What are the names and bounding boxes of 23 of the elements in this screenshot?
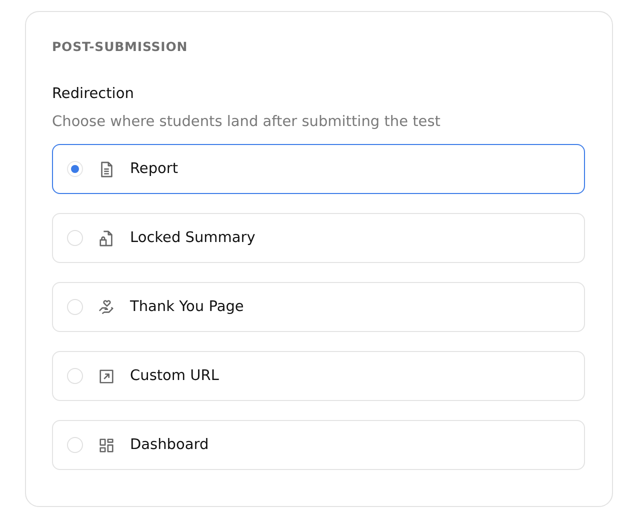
field-label: Redirection	[52, 85, 135, 103]
option-label: Custom URL	[130, 368, 219, 384]
radio-option[interactable]: Thank You Page	[52, 282, 585, 332]
radio-option[interactable]: Custom URL	[52, 351, 585, 401]
radio-button[interactable]	[67, 437, 83, 453]
option-label: Locked Summary	[130, 230, 256, 246]
radio-button[interactable]	[67, 230, 83, 246]
radio-button[interactable]	[67, 368, 83, 384]
radio-button[interactable]	[67, 161, 83, 177]
radio-option[interactable]: Locked Summary	[52, 213, 585, 263]
radio-button[interactable]	[67, 299, 83, 315]
locked-document-icon	[98, 230, 115, 246]
radio-option[interactable]: Report	[52, 144, 585, 194]
document-icon	[98, 160, 115, 178]
option-label: Dashboard	[130, 437, 209, 453]
radio-option[interactable]: Dashboard	[52, 420, 585, 470]
field-description: Choose where students land after submitting the test	[52, 113, 442, 131]
option-label: Thank You Page	[130, 299, 244, 315]
external-link-icon	[98, 368, 115, 384]
option-label: Report	[130, 161, 178, 177]
hand-heart-icon	[98, 298, 115, 316]
section-title: POST-SUBMISSION	[52, 38, 189, 56]
dashboard-icon	[98, 436, 115, 454]
